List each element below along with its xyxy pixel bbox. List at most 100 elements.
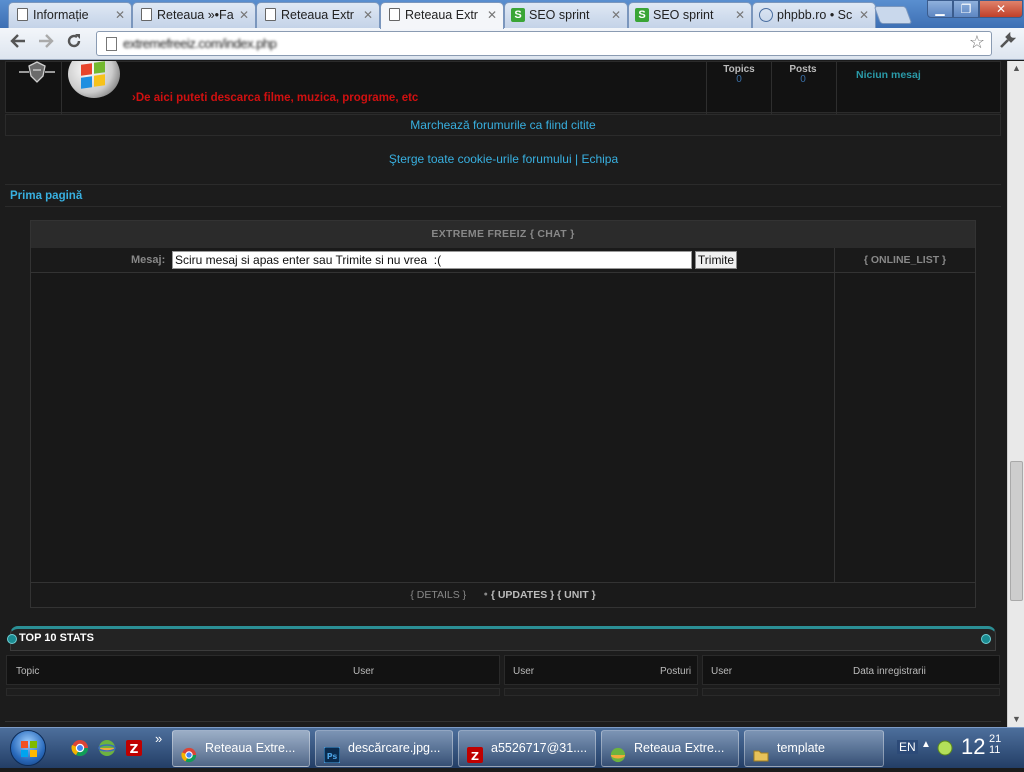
tab-label: Informație [33,8,89,22]
taskbar-item-browser[interactable]: Reteaua Extre... [601,730,739,767]
quicklaunch-more-icon[interactable]: » [155,731,162,746]
chat-box: EXTREME FREEIZ { CHAT } Mesaj: Trimite {… [30,220,976,608]
clock[interactable]: 12 21 11 [961,734,1001,760]
tab-label: Reteaua Extr [405,8,478,22]
document-icon [17,8,28,21]
page-scrollbar[interactable]: ▲ ▼ [1007,61,1024,727]
online-users-area [834,273,975,583]
chat-messages-area[interactable] [31,273,834,583]
close-icon[interactable]: ✕ [859,3,869,27]
phpbb-icon [759,8,773,22]
chat-message-input[interactable] [172,251,692,269]
url-text: extremefreeiz.com/index.php [123,36,277,51]
forum-row: ›De aici puteti descarca filme, muzica, … [5,61,1001,114]
close-window-button[interactable]: ✕ [979,0,1023,18]
link-separator: | [574,152,579,166]
forum-description[interactable]: ›De aici puteti descarca filme, muzica, … [132,92,418,104]
tray-app-icon[interactable] [937,740,953,761]
address-bar[interactable]: extremefreeiz.com/index.php ☆ [96,31,992,56]
chat-footer: { DETAILS } ● { UPDATES } { UNIT } [31,583,975,608]
stats-row [702,688,1000,696]
posts-count: 0 [800,74,806,85]
star-icon[interactable]: ☆ [969,32,985,53]
mark-forums-read-link[interactable]: Marchează forumurile ca fiind citite [410,118,595,132]
top-stats-header: TOP 10 STATS [7,626,996,651]
details-link[interactable]: { DETAILS } [410,589,466,601]
team-link[interactable]: Echipa [581,152,618,166]
tab-label: SEO sprint [529,8,590,22]
taskbar-item-filezilla[interactable]: Z a5526717@31.... [458,730,596,767]
send-button[interactable]: Trimite [695,251,737,269]
updates-link[interactable]: { UPDATES } [491,589,554,601]
delete-cookies-link[interactable]: Şterge toate cookie-urile forumului [389,152,572,166]
stats-row [6,688,500,696]
home-link[interactable]: Prima pagină [10,190,82,202]
tab-seo-sprint-2[interactable]: S SEO sprint ✕ [628,2,752,28]
taskbar-item-chrome[interactable]: Reteaua Extre... [172,730,310,767]
close-icon[interactable]: ✕ [239,3,249,27]
toggle-knob-icon[interactable] [981,634,991,644]
unit-link[interactable]: { UNIT } [557,589,596,601]
document-icon [265,8,276,21]
chrome-icon [181,742,197,763]
tab-phpbb[interactable]: phpbb.ro • Sc ✕ [752,2,876,28]
page-viewport: ›De aici puteti descarca filme, muzica, … [0,61,1007,727]
close-icon[interactable]: ✕ [115,3,125,27]
folder-icon [753,742,769,762]
tab-reteaua-extr-1[interactable]: Reteaua Extr ✕ [256,2,380,28]
minimize-button[interactable]: ▁ [927,0,953,18]
svg-text:Ps: Ps [327,752,338,761]
language-indicator[interactable]: EN [897,740,918,754]
clock-minute-bottom: 11 [989,744,1001,756]
taskbar-item-label: Reteaua Extre... [634,741,725,755]
back-arrow-icon[interactable] [6,32,30,56]
scroll-up-icon[interactable]: ▲ [1012,63,1021,73]
taskbar-item-photoshop[interactable]: Ps descărcare.jpg... [315,730,453,767]
wrench-icon[interactable] [998,31,1017,55]
stats-col-new-users: User Data inregistrarii [702,655,1000,685]
clock-minute: 21 11 [989,734,1001,756]
stats-row [504,688,698,696]
taskbar-item-label: a5526717@31.... [491,741,588,755]
browser-icon[interactable] [98,739,116,757]
svg-text:Z: Z [471,750,479,763]
top-stats-title: TOP 10 STATS [19,632,94,644]
close-icon[interactable]: ✕ [363,3,373,27]
close-icon[interactable]: ✕ [611,3,621,27]
show-hidden-icons-icon[interactable]: ▲ [921,739,931,750]
windows-orb-icon [10,730,46,766]
tab-reteaua-fa[interactable]: Reteaua »•Fa ✕ [132,2,256,28]
chat-input-row: Mesaj: Trimite [31,248,834,273]
stats-col-posters: User Posturi [504,655,698,685]
taskbar-item-label: descărcare.jpg... [348,741,441,755]
column-header: Topic [16,666,40,677]
footer-links: Şterge toate cookie-urile forumului | Ec… [0,152,1007,166]
tab-seo-sprint-1[interactable]: S SEO sprint ✕ [504,2,628,28]
tab-label: Reteaua »•Fa [157,8,234,22]
scroll-thumb[interactable] [1010,461,1023,601]
system-tray: EN ▲ 12 21 11 [893,728,1024,769]
tab-label: phpbb.ro • Sc [777,8,853,22]
taskbar-item-label: Reteaua Extre... [205,741,296,755]
maximize-button[interactable]: ❐ [953,0,979,18]
tab-informatie[interactable]: Informație ✕ [8,2,132,28]
close-icon[interactable]: ✕ [735,3,745,27]
forward-arrow-icon[interactable] [34,32,58,56]
tab-reteaua-extr-active[interactable]: Reteaua Extr ✕ [380,2,504,29]
seo-sprint-icon: S [635,8,649,22]
reload-icon[interactable] [62,32,86,56]
clock-hour: 12 [961,734,986,759]
taskbar-item-folder[interactable]: template [744,730,884,767]
scroll-down-icon[interactable]: ▼ [1012,714,1021,724]
photoshop-icon: Ps [323,742,341,764]
column-header: User [353,666,375,677]
start-button[interactable] [6,728,50,769]
tab-label: SEO sprint [653,8,714,22]
filezilla-icon[interactable]: Z [125,739,143,757]
close-icon[interactable]: ✕ [487,3,497,27]
online-list-header: { ONLINE_LIST } [834,248,975,273]
new-tab-button[interactable] [873,6,913,24]
forum-status-icon [17,61,57,90]
chrome-icon[interactable] [71,739,89,757]
column-header: Data inregistrarii [853,666,926,677]
